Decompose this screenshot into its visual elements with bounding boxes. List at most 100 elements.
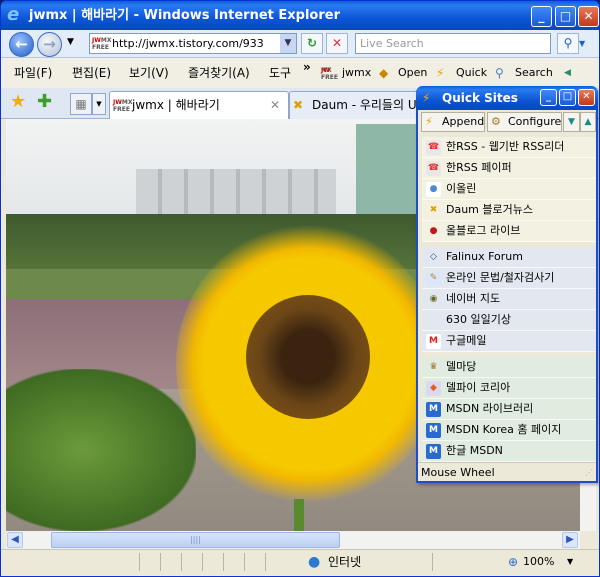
search-icon: ⚲: [495, 66, 504, 80]
msdn-icon: M: [426, 402, 441, 417]
site-item[interactable]: ◇ Falinux Forum: [422, 247, 596, 268]
site-label: 한글 MSDN: [446, 444, 503, 457]
zoom-dropdown-icon[interactable]: ▼: [567, 550, 573, 574]
site-item[interactable]: ● 올블로그 라이브: [422, 221, 596, 242]
move-up-button[interactable]: ▲: [580, 112, 596, 132]
quick-sites-window: ⚡ Quick Sites _ □ ✕ ⚡ Append ⚙ Configure ▼…: [416, 86, 598, 483]
qs-minimize-button[interactable]: _: [540, 89, 557, 106]
qs-close-button[interactable]: ✕: [578, 89, 595, 106]
append-icon: ⚡: [425, 115, 433, 128]
site-item[interactable]: ✖ Daum 블로거뉴스: [422, 200, 596, 221]
refresh-button[interactable]: ↻: [301, 33, 323, 54]
daum-icon: ✖: [429, 205, 438, 215]
quick-sites-status: Mouse Wheel ⋰: [418, 462, 596, 481]
allblog-icon: ●: [429, 226, 438, 236]
scroll-left-button[interactable]: ◀: [7, 532, 23, 548]
address-input[interactable]: JWMX FREE http://jwmx.tistory.com/933 ▼: [89, 33, 297, 54]
site-label: 델파이 코리아: [446, 381, 511, 394]
tab-daum[interactable]: ✖ Daum - 우리들의 U: [289, 91, 419, 119]
scroll-thumb[interactable]: ||||: [51, 532, 340, 548]
link-quick[interactable]: Quick: [456, 58, 487, 88]
zoom-level[interactable]: 100%: [523, 550, 554, 574]
trophy-icon: ♛: [429, 362, 438, 372]
msdn-icon: M: [426, 444, 441, 459]
close-button[interactable]: ✕: [578, 6, 599, 27]
configure-button[interactable]: ⚙ Configure: [487, 112, 562, 132]
move-down-button[interactable]: ▼: [563, 112, 580, 132]
site-label: MSDN Korea 홈 페이지: [446, 423, 562, 436]
more-chevron-icon[interactable]: »: [303, 52, 311, 82]
tab-close-icon[interactable]: ✕: [270, 92, 280, 118]
link-jwmx[interactable]: jwmx: [342, 58, 371, 88]
zoom-icon: ⊕: [508, 555, 519, 569]
site-item[interactable]: M 구글메일: [422, 331, 596, 352]
link-open[interactable]: Open: [398, 58, 427, 88]
site-item[interactable]: M MSDN Korea 홈 페이지: [422, 420, 596, 441]
site-label: 630 일일기상: [446, 313, 511, 326]
lightning-icon: ⚡: [422, 91, 431, 105]
hanrss-icon: ☎: [426, 161, 441, 176]
site-item[interactable]: ◆ 델파이 코리아: [422, 378, 596, 399]
quick-tabs-button[interactable]: ▦: [70, 93, 92, 115]
site-item[interactable]: ☎ 한RSS 페이퍼: [422, 158, 596, 179]
daum-icon: ✖: [293, 98, 304, 112]
lightning-icon: ⚡: [436, 66, 445, 80]
add-favorite-icon[interactable]: ✚: [37, 91, 52, 112]
title-bar[interactable]: e jwmx | 해바라기 - Windows Internet Explore…: [1, 1, 599, 30]
horizontal-scrollbar[interactable]: ◀ |||| ▶: [6, 531, 580, 549]
address-toolbar: ← → ▼ JWMX FREE http://jwmx.tistory.com/9…: [1, 30, 599, 58]
scroll-left-icon[interactable]: ◀: [564, 58, 571, 88]
forward-button[interactable]: →: [37, 32, 62, 57]
site-label: 네이버 지도: [446, 292, 501, 305]
search-button[interactable]: ⚲: [557, 33, 579, 54]
site-item[interactable]: ♛ 델마당: [422, 357, 596, 378]
tab-list-dropdown[interactable]: ▼: [92, 93, 106, 115]
site-item[interactable]: ◉ 네이버 지도: [422, 289, 596, 310]
site-item[interactable]: ✎ 온라인 문법/철자검사기: [422, 268, 596, 289]
history-dropdown-icon[interactable]: ▼: [67, 37, 74, 47]
ie-logo-icon: e: [7, 4, 20, 25]
qs-maximize-button[interactable]: □: [559, 89, 576, 106]
site-item[interactable]: M MSDN 라이브러리: [422, 399, 596, 420]
append-label: Append: [442, 115, 485, 128]
site-favicon: JWMX FREE: [92, 37, 112, 51]
maximize-button[interactable]: □: [555, 6, 576, 27]
configure-label: Configure: [508, 115, 562, 128]
site-label: 델마당: [446, 360, 477, 373]
hanrss-icon: ☎: [426, 140, 441, 155]
site-label: Falinux Forum: [446, 250, 523, 263]
site-item[interactable]: ● 이올린: [422, 179, 596, 200]
site-item[interactable]: ☎ 한RSS - 웹기반 RSS리더: [422, 137, 596, 158]
quick-sites-title-bar[interactable]: ⚡ Quick Sites _ □ ✕: [416, 86, 598, 110]
resize-grip-icon[interactable]: ⋰: [585, 463, 593, 482]
append-button[interactable]: ⚡ Append: [421, 112, 485, 132]
site-item[interactable]: 630 일일기상: [422, 310, 596, 331]
search-input[interactable]: Live Search: [355, 33, 551, 54]
tab-jwmx[interactable]: JWMX FREE jwmx | 해바라기 ✕: [109, 91, 289, 119]
site-group: ◇ Falinux Forum ✎ 온라인 문법/철자검사기 ◉ 네이버 지도 630 일일…: [422, 247, 596, 352]
tab-favicon: JWMX FREE: [113, 99, 133, 113]
url-text: http://jwmx.tistory.com/933: [112, 37, 264, 50]
menu-view[interactable]: 보기(V): [129, 58, 169, 88]
favorites-star-icon[interactable]: ★: [10, 91, 26, 112]
menu-tools[interactable]: 도구: [269, 58, 291, 88]
minimize-button[interactable]: _: [531, 6, 552, 27]
security-zone: 인터넷: [328, 555, 362, 569]
stop-button[interactable]: ✕: [326, 33, 348, 54]
scroll-right-button[interactable]: ▶: [562, 532, 578, 548]
menu-edit[interactable]: 편집(E): [72, 58, 111, 88]
address-dropdown-icon[interactable]: ▼: [280, 34, 296, 53]
jwmx-favicon: JW MX FREE: [321, 67, 338, 81]
back-button[interactable]: ←: [9, 32, 34, 57]
menu-favorites[interactable]: 즐겨찾기(A): [188, 58, 250, 88]
window-title: jwmx | 해바라기 - Windows Internet Explorer: [29, 8, 340, 23]
gmail-icon: M: [426, 334, 441, 349]
site-item[interactable]: M 한글 MSDN: [422, 441, 596, 462]
site-label: 올블로그 라이브: [446, 224, 521, 237]
search-options-icon[interactable]: ▼: [579, 39, 585, 48]
menu-bar: 파일(F) 편집(E) 보기(V) 즐겨찾기(A) 도구 » JW MX FREE …: [1, 58, 599, 88]
site-label: MSDN 라이브러리: [446, 402, 534, 415]
menu-file[interactable]: 파일(F): [14, 58, 52, 88]
tab-label: jwmx | 해바라기: [132, 98, 220, 112]
link-search[interactable]: Search: [515, 58, 553, 88]
